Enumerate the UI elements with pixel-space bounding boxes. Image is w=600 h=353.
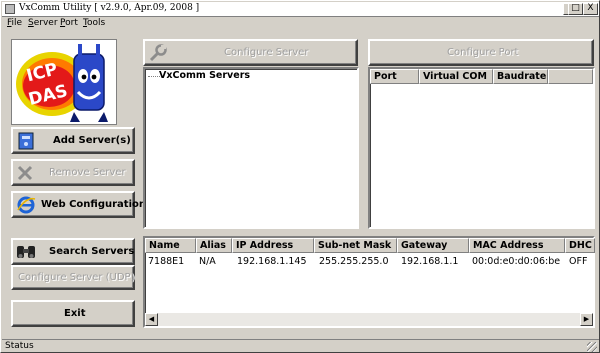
maximize-button[interactable]: □ <box>568 3 583 15</box>
scroll-right-arrow-icon[interactable]: ▶ <box>580 313 593 326</box>
web-configuration-button[interactable]: Web Configuration <box>11 191 146 218</box>
status-bar: Status <box>2 339 599 353</box>
port-column-header[interactable]: Port <box>370 69 419 84</box>
remove-server-button[interactable]: Remove Server <box>11 159 135 186</box>
menu-port[interactable]: Port <box>60 18 78 28</box>
virtual-com-column-header[interactable]: Virtual COM <box>419 69 493 84</box>
mac-address-column-header[interactable]: MAC Address <box>469 238 565 253</box>
cell-ip-address: 192.168.1.145 <box>237 256 307 267</box>
web-configuration-label: Web Configuration <box>41 199 146 210</box>
remove-icon <box>17 165 33 181</box>
app-icon <box>5 4 15 14</box>
search-servers-button[interactable]: Search Servers <box>11 238 135 265</box>
gateway-column-header[interactable]: Gateway <box>397 238 469 253</box>
status-text: Status <box>5 341 34 351</box>
cell-name: 7188E1 <box>148 256 185 267</box>
port-table[interactable]: Port Virtual COM Baudrate <box>368 67 595 229</box>
horizontal-scrollbar[interactable]: ◀ ▶ <box>145 313 593 326</box>
configure-server-udp-label: Configure Server (UDP) <box>18 272 135 283</box>
device-icon <box>18 132 34 150</box>
tree-root-vxcomm-servers[interactable]: VxComm Servers <box>159 70 250 81</box>
name-column-header[interactable]: Name <box>145 238 196 253</box>
add-servers-label: Add Server(s) <box>53 135 131 146</box>
exit-button[interactable]: Exit <box>11 300 135 327</box>
window-title: VxComm Utility [ v2.9.0, Apr.09, 2008 ] <box>19 3 200 13</box>
title-bar: VxComm Utility [ v2.9.0, Apr.09, 2008 ] … <box>2 2 599 17</box>
app-window: VxComm Utility [ v2.9.0, Apr.09, 2008 ] … <box>0 0 600 353</box>
add-servers-button[interactable]: Add Server(s) <box>11 127 135 154</box>
search-servers-label: Search Servers <box>49 246 135 257</box>
server-list-table[interactable]: Name Alias IP Address Sub-net Mask Gatew… <box>143 236 595 328</box>
empty-column-header <box>548 69 593 84</box>
ip-address-column-header[interactable]: IP Address <box>232 238 314 253</box>
baudrate-column-header[interactable]: Baudrate <box>493 69 548 84</box>
scroll-left-arrow-icon[interactable]: ◀ <box>145 313 158 326</box>
server-tree[interactable]: VxComm Servers <box>143 67 359 229</box>
configure-port-label: Configure Port <box>447 47 519 58</box>
binoculars-icon <box>17 246 35 258</box>
internet-explorer-icon <box>17 196 36 214</box>
cell-gateway: 192.168.1.1 <box>401 256 459 267</box>
dhcp-column-header[interactable]: DHC <box>565 238 595 253</box>
configure-server-label: Configure Server <box>224 47 309 58</box>
menu-bar: File Server Port Tools <box>2 17 599 31</box>
subnet-mask-column-header[interactable]: Sub-net Mask <box>314 238 397 253</box>
menu-server[interactable]: Server <box>28 18 58 28</box>
exit-label: Exit <box>64 308 86 319</box>
wrench-icon <box>149 44 167 62</box>
cell-alias: N/A <box>199 256 216 267</box>
cell-dhcp: OFF <box>569 256 588 267</box>
configure-server-button[interactable]: Configure Server <box>143 39 358 66</box>
configure-server-udp-button[interactable]: Configure Server (UDP) <box>11 265 135 290</box>
alias-column-header[interactable]: Alias <box>196 238 232 253</box>
close-button[interactable]: X <box>583 3 598 15</box>
remove-server-label: Remove Server <box>49 167 126 178</box>
icpdas-logo: ICP DAS <box>11 39 117 125</box>
menu-file[interactable]: File <box>7 18 22 28</box>
cell-mac-address: 00:0d:e0:d0:06:be <box>472 256 561 267</box>
configure-port-button[interactable]: Configure Port <box>368 39 594 66</box>
cell-subnet-mask: 255.255.255.0 <box>319 256 389 267</box>
menu-tools[interactable]: Tools <box>83 18 105 28</box>
resize-grip-icon[interactable] <box>587 342 597 352</box>
